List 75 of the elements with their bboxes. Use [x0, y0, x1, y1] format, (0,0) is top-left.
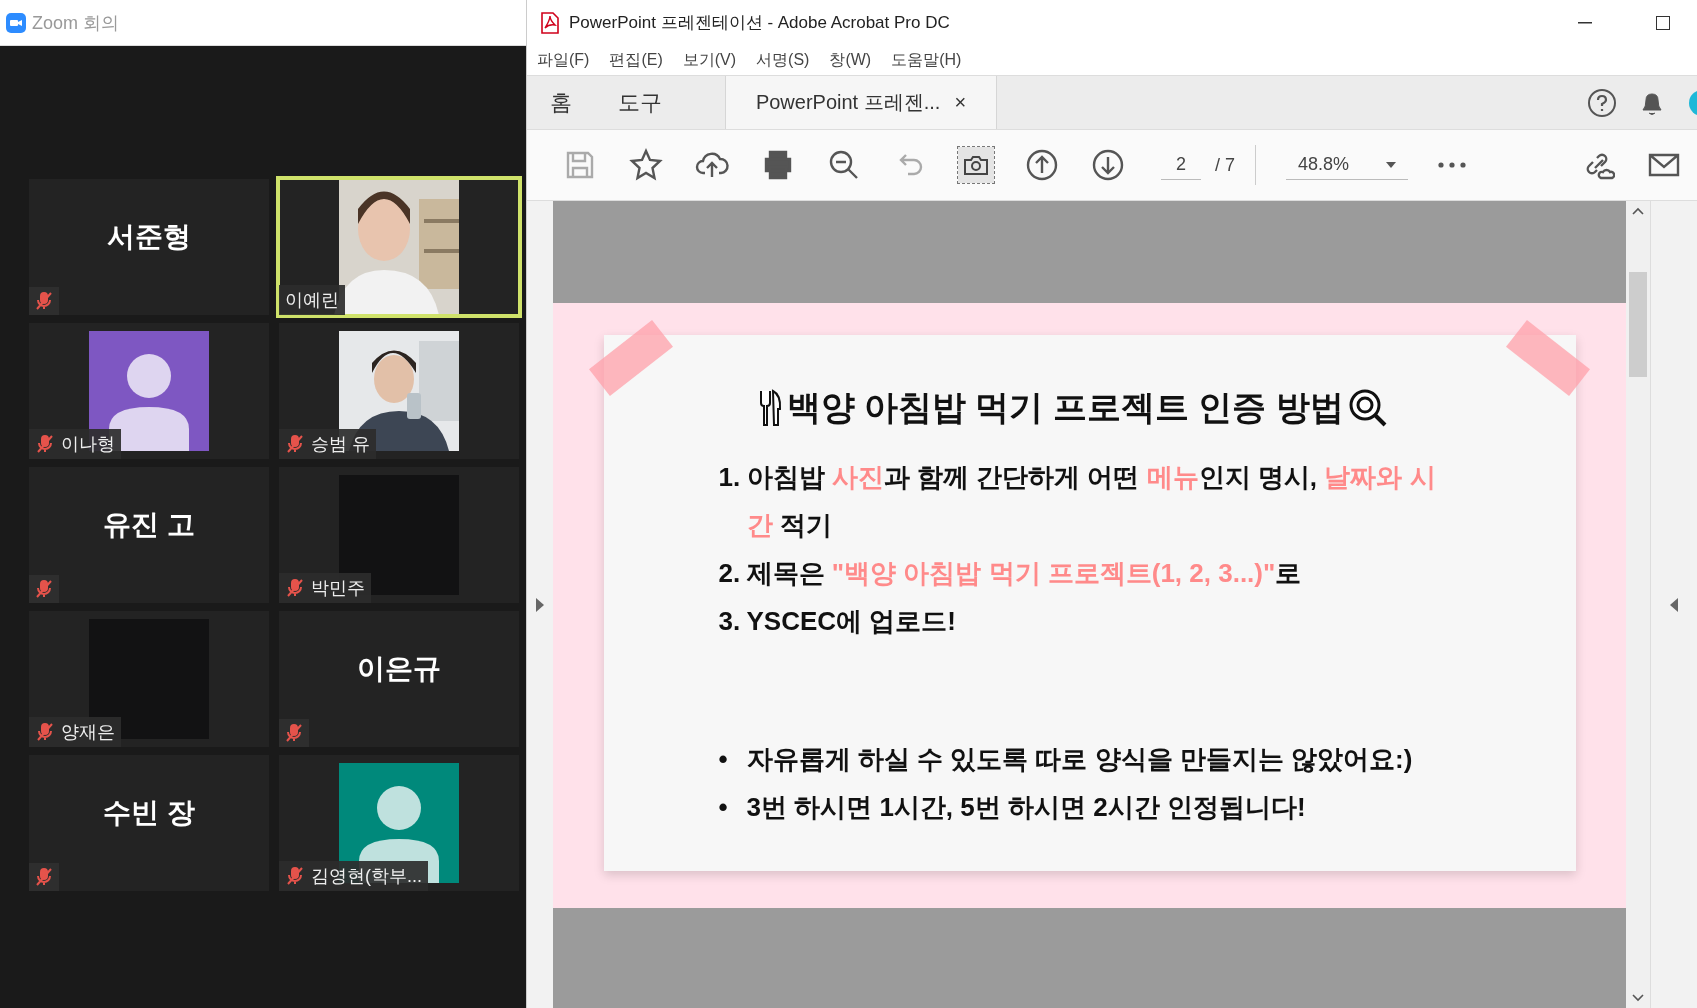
list-number: 2. [718, 557, 742, 590]
muted-mic-icon [34, 291, 54, 311]
note-text: 3번 하시면 1시간, 5번 하시면 2시간 인정됩니다! [746, 791, 1307, 824]
muted-mic-icon [35, 722, 55, 742]
expand-panel-icon[interactable] [536, 597, 544, 612]
scroll-up-icon[interactable] [1632, 207, 1644, 215]
scrollbar-thumb[interactable] [1629, 272, 1647, 377]
menu-item[interactable]: 편집(E) [609, 49, 663, 71]
video-tile[interactable]: 이나형 [29, 323, 269, 459]
video-tile[interactable]: 유진 고 [29, 467, 269, 603]
tab[interactable]: 홈 [527, 76, 595, 129]
minimize-icon [1578, 21, 1592, 24]
menu-item[interactable]: 창(W) [829, 49, 872, 71]
menu-item[interactable]: 도움말(H) [891, 49, 962, 71]
page-count: / 7 [1215, 154, 1235, 176]
muted-mic-icon [284, 723, 304, 743]
fork-knife-icon [758, 389, 783, 427]
participant-name: 양재은 [61, 721, 115, 744]
window-title: Zoom 회의 [32, 11, 119, 35]
instruction-text: YSCEC에 업로드! [746, 605, 957, 638]
bullet-marker: • [718, 743, 729, 776]
menu-item[interactable]: 보기(V) [682, 49, 737, 71]
participant-name: 승범 유 [311, 433, 370, 456]
video-tile[interactable]: 이은규 [279, 611, 519, 747]
list-number: 3. [718, 605, 742, 638]
muted-mic-icon [285, 578, 305, 598]
more-icon[interactable] [1438, 162, 1466, 168]
video-tile[interactable]: 이예린 [279, 179, 519, 315]
muted-mic-icon [35, 434, 55, 454]
maximize-icon [1656, 15, 1670, 30]
participant-name: 김영현(학부... [311, 865, 422, 888]
video-tile[interactable]: 승범 유 [279, 323, 519, 459]
close-button[interactable]: × [954, 91, 967, 114]
camera-icon [963, 154, 989, 176]
muted-mic-icon [34, 579, 54, 599]
menu-item[interactable]: 파일(F) [537, 49, 590, 71]
participant-name: 이예린 [285, 289, 339, 312]
slide-title: 백양 아침밥 먹기 프로젝트 인증 방법 [786, 387, 1344, 428]
bullet-marker: • [718, 791, 729, 824]
tab[interactable]: 도구 [595, 76, 685, 129]
muted-mic-icon [285, 866, 305, 886]
tab-label[interactable]: PowerPoint 프레젠... [755, 89, 941, 116]
magnifier-icon [1347, 388, 1388, 428]
arrow-up-icon[interactable] [1025, 148, 1059, 182]
participant-name: 유진 고 [103, 508, 195, 542]
video-tile[interactable]: 서준형 [29, 179, 269, 315]
muted-mic-icon [34, 867, 54, 887]
help-icon[interactable] [1587, 87, 1617, 118]
video-tile[interactable]: 김영현(학부... [279, 755, 519, 891]
participant-name: 수빈 장 [103, 796, 195, 830]
participant-name: 이나형 [61, 433, 115, 456]
caret-icon[interactable] [1386, 161, 1396, 168]
zoom-field[interactable]: 48.8% [1298, 154, 1358, 175]
video-tile[interactable]: 양재은 [29, 611, 269, 747]
collapse-panel-icon[interactable] [1670, 597, 1678, 612]
page-field[interactable]: 2 [1161, 150, 1201, 180]
scroll-down-icon[interactable] [1632, 994, 1644, 1002]
snapshot-button[interactable] [958, 147, 994, 183]
instruction-text: 제목은 "백양 아침밥 먹기 프로젝트(1, 2, 3...)"로 [746, 557, 1303, 590]
star-icon[interactable] [629, 148, 663, 182]
video-tile[interactable]: 수빈 장 [29, 755, 269, 891]
arrow-down-icon[interactable] [1091, 148, 1125, 182]
menu-item[interactable]: 서명(S) [756, 49, 810, 71]
zoom-logo-icon [6, 12, 26, 33]
participant-name: 박민주 [311, 577, 365, 600]
instruction-text: 아침밥 사진과 함께 간단하게 어떤 메뉴인지 명시, 날짜와 시간 적기 [746, 461, 1437, 542]
list-number: 1. [718, 461, 742, 494]
window-title: PowerPoint 프레젠테이션 - Adobe Acrobat Pro DC [569, 12, 951, 34]
video-tile[interactable]: 박민주 [279, 467, 519, 603]
note-text: 자유롭게 하실 수 있도록 따로 양식을 만들지는 않았어요:) [746, 743, 1414, 776]
document-tab[interactable]: PowerPoint 프레젠... × [725, 76, 997, 129]
pdf-icon [541, 11, 559, 34]
participant-name: 서준형 [107, 220, 191, 254]
participant-name: 이은규 [357, 652, 441, 686]
muted-mic-icon [285, 434, 305, 454]
